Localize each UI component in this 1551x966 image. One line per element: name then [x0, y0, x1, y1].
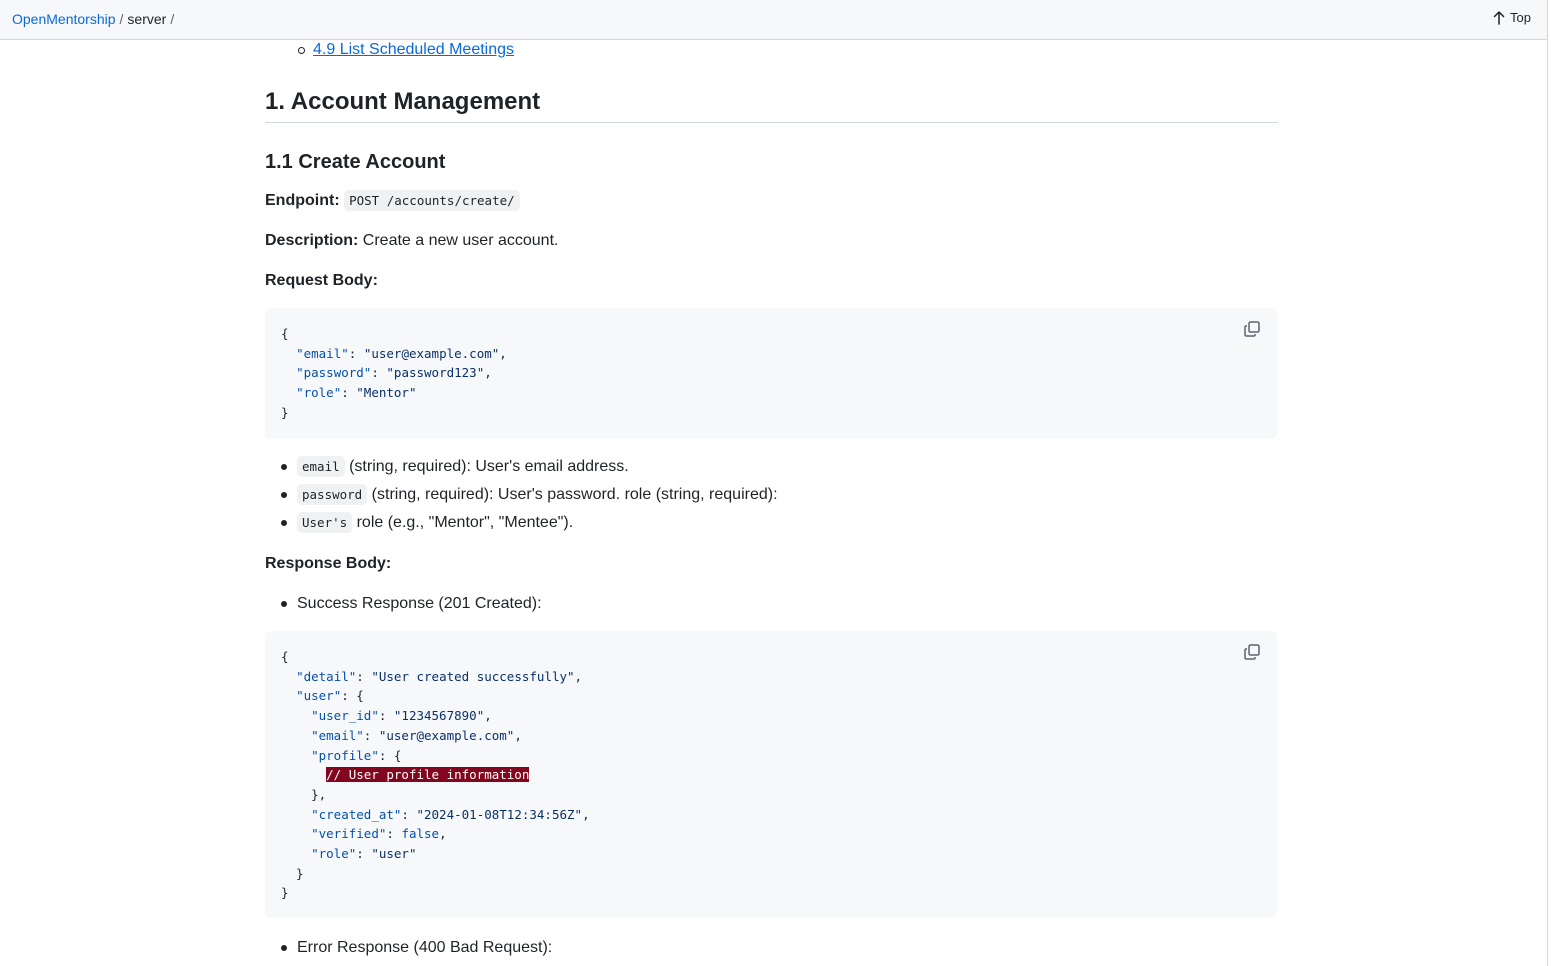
back-to-top-label: Top	[1510, 10, 1531, 25]
request-body-code: { "email": "user@example.com", "password…	[281, 326, 507, 420]
subsection-heading-create-account: 1.1 Create Account	[265, 151, 446, 173]
copy-button[interactable]	[1243, 643, 1261, 661]
invalid-comment-highlight: // User profile information	[326, 767, 530, 783]
request-fields-list: email (string, required): User's email a…	[265, 456, 778, 540]
scrollbar-edge	[1547, 0, 1548, 966]
description-paragraph: Description: Create a new user account.	[265, 230, 558, 252]
breadcrumb-separator: /	[119, 11, 124, 27]
response-body-label: Response Body:	[265, 555, 392, 572]
endpoint-label: Endpoint:	[265, 192, 340, 209]
endpoint-code: POST /accounts/create/	[344, 190, 520, 211]
error-response-list: Error Response (400 Bad Request):	[265, 937, 552, 965]
list-item: User's role (e.g., "Mentor", "Mentee").	[265, 512, 778, 540]
toc-link-list-scheduled-meetings[interactable]: 4.9 List Scheduled Meetings	[313, 41, 514, 58]
copy-button[interactable]	[1243, 320, 1261, 338]
response-body-code: { "detail": "User created successfully",…	[281, 649, 590, 901]
arrow-up-icon	[1493, 11, 1505, 25]
response-body-heading: Response Body:	[265, 553, 391, 575]
response-list: Success Response (201 Created):	[265, 593, 542, 621]
list-circle-marker	[298, 47, 305, 54]
request-body-label: Request Body:	[265, 272, 378, 289]
response-body-code-block: { "detail": "User created successfully",…	[265, 631, 1277, 918]
list-item: password (string, required): User's pass…	[265, 484, 778, 512]
description-text: Create a new user account.	[358, 232, 559, 249]
request-body-code-block: { "email": "user@example.com", "password…	[265, 308, 1277, 439]
copy-icon	[1244, 321, 1260, 337]
endpoint-paragraph: Endpoint: POST /accounts/create/	[265, 190, 520, 212]
section-heading-account-management: 1. Account Management	[265, 87, 1278, 123]
breadcrumb-separator: /	[170, 11, 175, 27]
copy-icon	[1244, 644, 1260, 660]
request-body-heading: Request Body:	[265, 270, 378, 292]
breadcrumb: OpenMentorship / server /	[12, 10, 178, 28]
description-label: Description:	[265, 232, 359, 249]
breadcrumb-repo-link[interactable]: server	[127, 11, 166, 27]
back-to-top-button[interactable]: Top	[1493, 8, 1531, 28]
list-item: email (string, required): User's email a…	[265, 456, 778, 484]
list-item: Success Response (201 Created):	[265, 593, 542, 621]
breadcrumb-owner-link[interactable]: OpenMentorship	[12, 11, 116, 27]
list-item: Error Response (400 Bad Request):	[265, 937, 552, 965]
sticky-header: OpenMentorship / server / Top	[0, 0, 1547, 40]
toc-item: 4.9 List Scheduled Meetings	[298, 40, 514, 60]
